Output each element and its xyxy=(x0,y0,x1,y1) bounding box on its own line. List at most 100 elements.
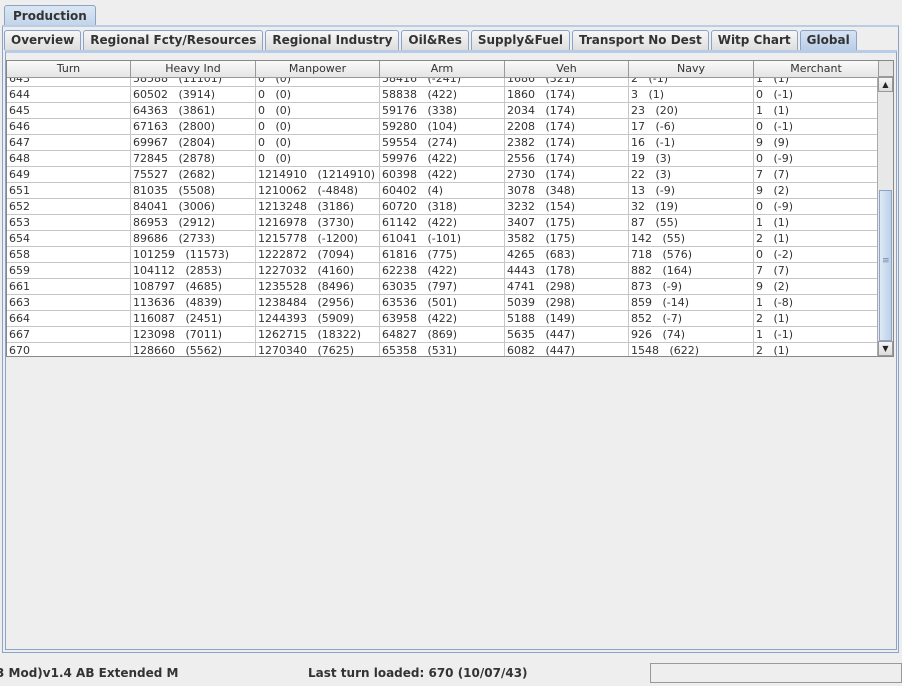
table-cell: 1214910 (1214910) xyxy=(256,167,380,183)
tab-witp-chart[interactable]: Witp Chart xyxy=(710,30,798,50)
table-cell: 4265 (683) xyxy=(505,247,629,263)
vertical-scrollbar[interactable]: ▲ ≡ ▼ xyxy=(877,77,893,356)
table-cell: 9 (2) xyxy=(754,279,879,295)
table-cell: 646 xyxy=(7,119,131,135)
table-cell: 651 xyxy=(7,183,131,199)
table-cell: 659 xyxy=(7,263,131,279)
table-cell: 1548 (622) xyxy=(629,343,754,356)
table-row[interactable]: 659 104112 (2853) 1227032 (4160) 62238 (422… xyxy=(7,263,879,279)
table-cell: 113636 (4839) xyxy=(131,295,256,311)
table-cell: 649 xyxy=(7,167,131,183)
table-cell: 1210062 (-4848) xyxy=(256,183,380,199)
table-cell: 1270340 (7625) xyxy=(256,343,380,356)
global-tabstrip: Overview Regional Fcty/Resources Regional … xyxy=(4,30,859,51)
table-cell: 108797 (4685) xyxy=(131,279,256,295)
table-cell: 2 (1) xyxy=(754,343,879,356)
column-header-manpower[interactable]: Manpower xyxy=(256,61,380,77)
table-row[interactable]: 667 123098 (7011) 1262715 (18322) 64827 (86… xyxy=(7,327,879,343)
tab-overview[interactable]: Overview xyxy=(4,30,82,50)
table-cell: 6082 (447) xyxy=(505,343,629,356)
table-row[interactable]: 661 108797 (4685) 1235528 (8496) 63035 (797… xyxy=(7,279,879,295)
table-cell: 1215778 (-1200) xyxy=(256,231,380,247)
table-cell: 1244393 (5909) xyxy=(256,311,380,327)
table-cell: 60502 (3914) xyxy=(131,87,256,103)
table-cell: 0 (-1) xyxy=(754,119,879,135)
tab-transport-no-dest[interactable]: Transport No Dest xyxy=(572,30,709,50)
column-header-heavy-ind[interactable]: Heavy Ind xyxy=(131,61,256,77)
table-cell: 0 (0) xyxy=(256,151,380,167)
tab-supply-fuel[interactable]: Supply&Fuel xyxy=(470,30,571,50)
table-cell: 64827 (869) xyxy=(380,327,505,343)
table-row[interactable]: 651 81035 (5508) 1210062 (-4848) 60402 (4) 3… xyxy=(7,183,879,199)
column-header-veh[interactable]: Veh xyxy=(505,61,629,77)
tab-global[interactable]: Global xyxy=(799,30,857,51)
table-cell: 63035 (797) xyxy=(380,279,505,295)
table-cell: 81035 (5508) xyxy=(131,183,256,199)
tab-production[interactable]: Production xyxy=(4,5,96,26)
table-cell: 128660 (5562) xyxy=(131,343,256,356)
table-cell: 3 (1) xyxy=(629,87,754,103)
table-cell: 89686 (2733) xyxy=(131,231,256,247)
table-row[interactable]: 658 101259 (11573) 1222872 (7094) 61816 (77… xyxy=(7,247,879,263)
table-cell: 64363 (3861) xyxy=(131,103,256,119)
table-row[interactable]: 644 60502 (3914) 0 (0) 58838 (422) 1860 (174… xyxy=(7,87,879,103)
tab-oil-res[interactable]: Oil&Res xyxy=(401,30,469,50)
table-cell: 2034 (174) xyxy=(505,103,629,119)
status-version: 3 Mod)v1.4 AB Extended M xyxy=(0,666,179,680)
table-cell: 101259 (11573) xyxy=(131,247,256,263)
table-cell: 667 xyxy=(7,327,131,343)
table-row[interactable]: 649 75527 (2682) 1214910 (1214910) 60398 (4… xyxy=(7,167,879,183)
table-cell: 2 (1) xyxy=(754,231,879,247)
table-cell: 882 (164) xyxy=(629,263,754,279)
scroll-up-button[interactable]: ▲ xyxy=(878,77,893,92)
column-header-arm[interactable]: Arm xyxy=(380,61,505,77)
table-row[interactable]: 654 89686 (2733) 1215778 (-1200) 61041 (-10… xyxy=(7,231,879,247)
table-cell: 67163 (2800) xyxy=(131,119,256,135)
table-cell: 61816 (775) xyxy=(380,247,505,263)
column-header-turn[interactable]: Turn xyxy=(7,61,131,77)
table-cell: 658 xyxy=(7,247,131,263)
scroll-down-button[interactable]: ▼ xyxy=(878,341,893,356)
table-row[interactable]: 663 113636 (4839) 1238484 (2956) 63536 (501… xyxy=(7,295,879,311)
table-cell: 1235528 (8496) xyxy=(256,279,380,295)
table-cell: 5188 (149) xyxy=(505,311,629,327)
table-cell: 644 xyxy=(7,87,131,103)
table-cell: 22 (3) xyxy=(629,167,754,183)
table-cell: 663 xyxy=(7,295,131,311)
table-cell: 5039 (298) xyxy=(505,295,629,311)
table-row[interactable]: 647 69967 (2804) 0 (0) 59554 (274) 2382 (174… xyxy=(7,135,879,151)
table-cell: 1 (1) xyxy=(754,215,879,231)
table-row[interactable]: 645 64363 (3861) 0 (0) 59176 (338) 2034 (174… xyxy=(7,103,879,119)
table-cell: 13 (-9) xyxy=(629,183,754,199)
table-cell: 17 (-6) xyxy=(629,119,754,135)
table-cell: 654 xyxy=(7,231,131,247)
table-row[interactable]: 652 84041 (3006) 1213248 (3186) 60720 (318)… xyxy=(7,199,879,215)
table-cell: 60398 (422) xyxy=(380,167,505,183)
table-cell: 32 (19) xyxy=(629,199,754,215)
table-cell: 652 xyxy=(7,199,131,215)
scroll-thumb[interactable]: ≡ xyxy=(879,190,892,341)
tab-regional-fcty-resources[interactable]: Regional Fcty/Resources xyxy=(83,30,264,50)
column-header-merchant[interactable]: Merchant xyxy=(754,61,879,77)
table-cell: 664 xyxy=(7,311,131,327)
tab-regional-industry[interactable]: Regional Industry xyxy=(265,30,400,50)
table-row[interactable]: 653 86953 (2912) 1216978 (3730) 61142 (422)… xyxy=(7,215,879,231)
table-cell: 3582 (175) xyxy=(505,231,629,247)
column-header-navy[interactable]: Navy xyxy=(629,61,754,77)
table-cell: 2 (1) xyxy=(754,311,879,327)
table-cell: 1 (-1) xyxy=(754,327,879,343)
table-cell: 2730 (174) xyxy=(505,167,629,183)
table-cell: 653 xyxy=(7,215,131,231)
table-header: Turn Heavy Ind Manpower Arm Veh Navy Merchant xyxy=(7,61,879,78)
table-cell: 1227032 (4160) xyxy=(256,263,380,279)
table-cell: 873 (-9) xyxy=(629,279,754,295)
table-cell: 84041 (3006) xyxy=(131,199,256,215)
table-row[interactable]: 646 67163 (2800) 0 (0) 59280 (104) 2208 (174… xyxy=(7,119,879,135)
table-row[interactable]: 648 72845 (2878) 0 (0) 59976 (422) 2556 (174… xyxy=(7,151,879,167)
table-cell: 123098 (7011) xyxy=(131,327,256,343)
table-cell: 59176 (338) xyxy=(380,103,505,119)
table-row[interactable]: 670 128660 (5562) 1270340 (7625) 65358 (531… xyxy=(7,343,879,356)
table-row[interactable]: 664 116087 (2451) 1244393 (5909) 63958 (422… xyxy=(7,311,879,327)
table-cell: 60720 (318) xyxy=(380,199,505,215)
header-corner xyxy=(878,61,893,77)
